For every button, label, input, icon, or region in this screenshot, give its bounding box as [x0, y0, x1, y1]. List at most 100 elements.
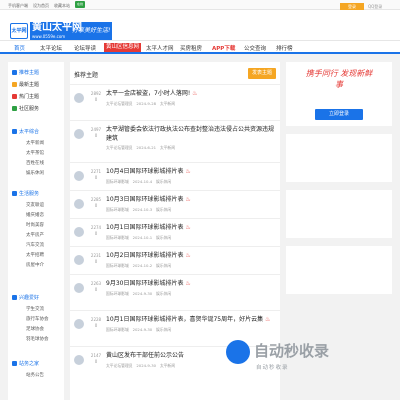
- nav-housing[interactable]: 买房租房: [180, 44, 202, 52]
- login-button[interactable]: 登录: [340, 3, 364, 10]
- post-stats: 2285 0: [90, 197, 102, 208]
- avatar[interactable]: [74, 355, 84, 365]
- nav-huangshan-info[interactable]: 黄山区信息网: [104, 43, 142, 52]
- sidebar-sub-announcements[interactable]: 站务公告: [26, 372, 44, 378]
- avatar[interactable]: [74, 171, 84, 181]
- post-title[interactable]: 10月1日国际环球影城排片表，喜贺华诞75周年，好片云集 ♨: [106, 315, 274, 324]
- post-meta: 国际环球影城 2024-10-2 娱乐休闲: [106, 263, 172, 268]
- hot-icon: ♨: [190, 90, 198, 97]
- sidebar-group-general[interactable]: 太平综合: [12, 128, 39, 135]
- post-title[interactable]: 10月3日国际环球影城排片表 ♨: [106, 195, 274, 204]
- hot-icon: ♨: [263, 316, 271, 323]
- post-title[interactable]: 10月2日国际环球影城排片表 ♨: [106, 251, 274, 260]
- post-title[interactable]: 太平湖管委会依法行政执法公布查封整治违法侵占公共资源违规建筑: [106, 125, 274, 143]
- sidebar-sub-realestate[interactable]: 太平房产: [26, 232, 44, 238]
- sidebar-sub-cars[interactable]: 汽车交流: [26, 242, 44, 248]
- post-stats: 2263 0: [90, 281, 102, 292]
- post-title[interactable]: 9月30日国际环球影城排片表 ♨: [106, 279, 274, 288]
- avatar[interactable]: [74, 93, 84, 103]
- star-icon: [12, 70, 17, 75]
- list-item[interactable]: 2263 0 9月30日国际环球影城排片表 ♨ 国际环球影城 2024-9-30 …: [70, 274, 280, 314]
- post-stats: 2231 0: [90, 253, 102, 264]
- sidebar-sub-leisure[interactable]: 娱乐休闲: [26, 170, 44, 176]
- post-meta: 国际环球影城 2024-10-3 娱乐休闲: [106, 207, 172, 212]
- post-meta: 国际环球影城 2024-9-30 娱乐休闲: [106, 291, 172, 296]
- watermark: 自动秒收录 自动秒收录: [226, 340, 396, 380]
- topbar-link-homepage[interactable]: 设为首页: [33, 3, 49, 9]
- main-nav: 首页 太平论坛 论坛导读 黄山区信息网 太平人才网 买房租房 APP下载 公交查…: [0, 40, 400, 54]
- sidebar-sub-badminton[interactable]: 羽毛球协会: [26, 336, 49, 342]
- post-title[interactable]: 10月4日国际环球影城排片表 ♨: [106, 167, 274, 176]
- checkbox-icon: [12, 361, 17, 366]
- new-icon: [12, 82, 17, 87]
- sidebar-group-admin[interactable]: 站务之家: [12, 360, 39, 367]
- post-meta: 太平论坛管理员 2024-6-21 太平新闻: [106, 145, 176, 150]
- sidebar-group-life[interactable]: 生活服务: [12, 190, 39, 197]
- promo-art: 携手同行 发现新鲜事: [305, 69, 373, 89]
- checkbox-icon: [12, 191, 17, 196]
- sidebar-sub-news[interactable]: 太平新闻: [26, 140, 44, 146]
- header: 太平网 黄山太平网 www.0559e.com 分享美好生活!: [0, 10, 400, 40]
- post-stats: 2274 0: [90, 225, 102, 236]
- sidebar-item-latest[interactable]: 最新主题: [12, 80, 39, 90]
- hot-icon: ♨: [183, 280, 191, 287]
- post-title[interactable]: 10月1日国际环球影城排片表 ♨: [106, 223, 274, 232]
- qq-login-link[interactable]: QQ登录: [368, 4, 382, 10]
- list-item[interactable]: 2497 0 太平湖管委会依法行政执法公布查封整治违法侵占公共资源违规建筑 太平论…: [70, 120, 280, 160]
- post-stats: 2892 0: [90, 91, 102, 102]
- avatar[interactable]: [74, 283, 84, 293]
- nav-forum[interactable]: 太平论坛: [40, 44, 62, 52]
- hot-icon: ♨: [183, 252, 191, 259]
- post-meta: 太平论坛管理员 2024-9-28 太平新闻: [106, 101, 176, 106]
- sidebar-sub-football[interactable]: 足球协会: [26, 326, 44, 332]
- sidebar-sub-wedding[interactable]: 婚庆婚恋: [26, 212, 44, 218]
- post-title[interactable]: 太平一金店被盗，7小时人落网! ♨: [106, 89, 274, 98]
- avatar[interactable]: [74, 255, 84, 265]
- fire-icon: [12, 94, 17, 99]
- sidebar-group-hobbies[interactable]: 兴趣爱好: [12, 294, 39, 301]
- nav-home[interactable]: 首页: [14, 44, 25, 52]
- sidebar-item-hot[interactable]: 热门主题: [12, 92, 39, 102]
- avatar[interactable]: [74, 199, 84, 209]
- nav-guide[interactable]: 论坛导读: [74, 44, 96, 52]
- ad-box: [286, 190, 392, 238]
- hot-icon: ♨: [183, 196, 191, 203]
- site-logo[interactable]: 太平网: [10, 23, 28, 39]
- sidebar-sub-dating[interactable]: 交友联谊: [26, 202, 44, 208]
- sidebar-sub-teahouse[interactable]: 太平茶馆: [26, 150, 44, 156]
- avatar[interactable]: [74, 129, 84, 139]
- checkbox-icon: [12, 295, 17, 300]
- nav-ranking[interactable]: 排行榜: [276, 44, 293, 52]
- checkbox-icon: [12, 129, 17, 134]
- brand-url: www.0559e.com: [32, 34, 66, 39]
- community-icon: [12, 106, 17, 111]
- sidebar-sub-travel[interactable]: 旅行车协会: [26, 316, 49, 322]
- post-meta: 国际环球影城 2024-9-30 娱乐休闲: [106, 327, 172, 332]
- online-badge: 在线: [75, 1, 85, 8]
- watermark-subtext: 自动秒收录: [256, 365, 289, 371]
- sidebar-item-recommended[interactable]: 推荐主题: [12, 68, 39, 78]
- sidebar-sub-hiring[interactable]: 太平招聘: [26, 252, 44, 258]
- login-now-button[interactable]: 立即登录: [315, 109, 363, 120]
- list-item[interactable]: 2892 0 太平一金店被盗，7小时人落网! ♨ 太平论坛管理员 2024-9-2…: [70, 84, 280, 124]
- sidebar-sub-beauty[interactable]: 时尚美容: [26, 222, 44, 228]
- sidebar-item-community[interactable]: 社区服务: [12, 104, 39, 114]
- post-stats: 2271 0: [90, 169, 102, 180]
- nav-app-download[interactable]: APP下载: [212, 44, 235, 52]
- post-meta: 太平论坛管理员 2024-9-30 太平新闻: [106, 363, 176, 368]
- topbar-link-mobile[interactable]: 手机客户端: [8, 3, 28, 9]
- hot-icon: ♨: [183, 168, 191, 175]
- avatar[interactable]: [74, 319, 84, 329]
- sidebar-sub-students[interactable]: 学生交流: [26, 306, 44, 312]
- new-post-button[interactable]: 发表主题: [248, 68, 276, 79]
- sidebar-sub-agency[interactable]: 房屋中介: [26, 262, 44, 268]
- post-meta: 国际环球影城 2024-10-1 娱乐休闲: [106, 235, 172, 240]
- nav-bus[interactable]: 公交查询: [244, 44, 266, 52]
- nav-jobs[interactable]: 太平人才网: [146, 44, 174, 52]
- sidebar-sub-people[interactable]: 百姓在线: [26, 160, 44, 166]
- post-stats: 2497 0: [90, 127, 102, 138]
- ad-box: [286, 246, 392, 294]
- topbar-link-bookmark[interactable]: 收藏本站: [54, 3, 70, 9]
- ad-box: [286, 134, 392, 182]
- avatar[interactable]: [74, 227, 84, 237]
